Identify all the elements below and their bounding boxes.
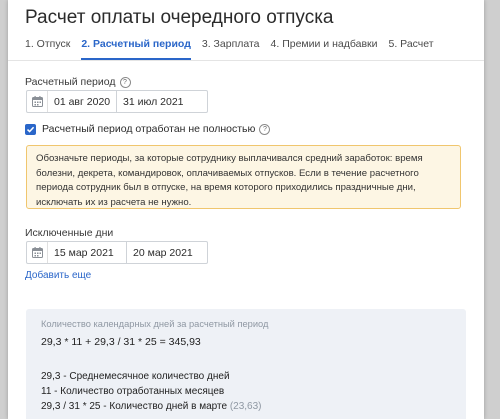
- help-icon[interactable]: ?: [259, 123, 271, 135]
- info-note: Обозначьте периоды, за которые сотрудник…: [26, 145, 461, 209]
- calendar-icon[interactable]: [27, 242, 48, 263]
- calc-line: 29,3 / 31 * 25 - Количество дней в марте…: [41, 401, 262, 412]
- help-icon[interactable]: ?: [119, 77, 131, 88]
- tab-calculation-period[interactable]: 2. Расчетный период: [81, 38, 197, 60]
- period-date-range: 01 авг 2020 31 июл 2021: [26, 90, 208, 113]
- tabs-divider: [8, 60, 484, 61]
- wizard-tabs: 1. Отпуск 2. Расчетный период 3. Зарплат…: [25, 38, 484, 60]
- calc-line-extra: (23,63): [229, 401, 262, 412]
- excluded-to-input[interactable]: 20 мар 2021: [126, 242, 207, 263]
- excluded-date-range: 15 мар 2021 20 мар 2021: [26, 241, 208, 264]
- period-from-input[interactable]: 01 авг 2020: [48, 91, 116, 112]
- calc-line: 29,3 - Среднемесячное количество дней: [41, 371, 230, 382]
- excluded-from-input[interactable]: 15 мар 2021: [48, 242, 126, 263]
- check-icon: [26, 126, 35, 133]
- calc-header: Количество календарных дней за расчетный…: [41, 319, 269, 329]
- tab-bonuses[interactable]: 4. Премии и надбавки: [271, 38, 384, 60]
- calendar-icon[interactable]: [27, 91, 48, 112]
- partial-period-row: Расчетный период отработан не полностью?: [25, 123, 271, 135]
- period-to-input[interactable]: 31 июл 2021: [116, 91, 207, 112]
- add-more-link[interactable]: Добавить еще: [25, 270, 91, 281]
- partial-period-label: Расчетный период отработан не полностью: [42, 123, 256, 135]
- calc-line: 11 - Количество отработанных месяцев: [41, 386, 225, 397]
- vacation-pay-dialog: Расчет оплаты очередного отпуска 1. Отпу…: [8, 0, 484, 419]
- tab-vacation[interactable]: 1. Отпуск: [25, 38, 76, 60]
- dialog-title: Расчет оплаты очередного отпуска: [25, 7, 334, 28]
- tab-salary[interactable]: 3. Зарплата: [202, 38, 266, 60]
- period-label-row: Расчетный период?: [25, 76, 131, 88]
- excluded-days-label: Исключенные дни: [25, 227, 114, 239]
- period-label: Расчетный период: [25, 76, 116, 88]
- calculation-summary: Количество календарных дней за расчетный…: [26, 309, 466, 419]
- tab-calculation[interactable]: 5. Расчет: [389, 38, 440, 60]
- partial-period-checkbox[interactable]: [25, 123, 36, 135]
- calc-formula: 29,3 * 11 + 29,3 / 31 * 25 = 345,93: [41, 336, 201, 348]
